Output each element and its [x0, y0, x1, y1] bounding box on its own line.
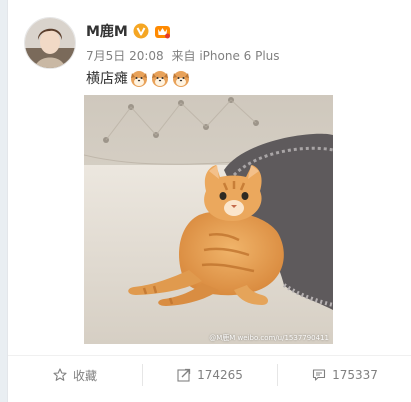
post-text: 横店瘫	[86, 71, 128, 87]
dog-emoji-icon	[129, 68, 149, 88]
username-row: M鹿M	[86, 21, 171, 41]
weibo-post-card: M鹿M 7月5日 20:08 来自 iPhone 6 Plus 横店瘫 @M鹿M…	[7, 0, 411, 402]
comment-button[interactable]: 175337	[278, 356, 411, 394]
comment-count: 175337	[332, 368, 378, 382]
repost-count: 174265	[197, 368, 243, 382]
repost-icon	[177, 368, 191, 382]
username[interactable]: M鹿M	[86, 21, 128, 41]
post-meta: 7月5日 20:08 来自 iPhone 6 Plus	[86, 47, 280, 64]
dog-emoji-icon	[171, 68, 191, 88]
verified-badge-icon[interactable]	[133, 23, 149, 39]
favorite-button[interactable]: 收藏	[8, 356, 142, 394]
post-source: 来自 iPhone 6 Plus	[171, 49, 280, 63]
comment-icon	[313, 369, 326, 381]
favorite-label: 收藏	[72, 368, 97, 383]
repost-button[interactable]: 174265	[143, 356, 277, 394]
dog-emoji-icon	[150, 68, 170, 88]
action-bar: 收藏 174265 175337	[8, 356, 411, 394]
post-date[interactable]: 7月5日 20:08	[86, 49, 164, 63]
star-icon	[53, 368, 67, 381]
post-text-row: 横店瘫	[86, 66, 191, 90]
post-photo[interactable]: @M鹿M weibo.com/u/1537790411	[84, 95, 333, 344]
photo-watermark: @M鹿M weibo.com/u/1537790411	[209, 334, 329, 342]
avatar[interactable]	[24, 17, 76, 69]
member-crown-icon[interactable]	[154, 23, 171, 40]
